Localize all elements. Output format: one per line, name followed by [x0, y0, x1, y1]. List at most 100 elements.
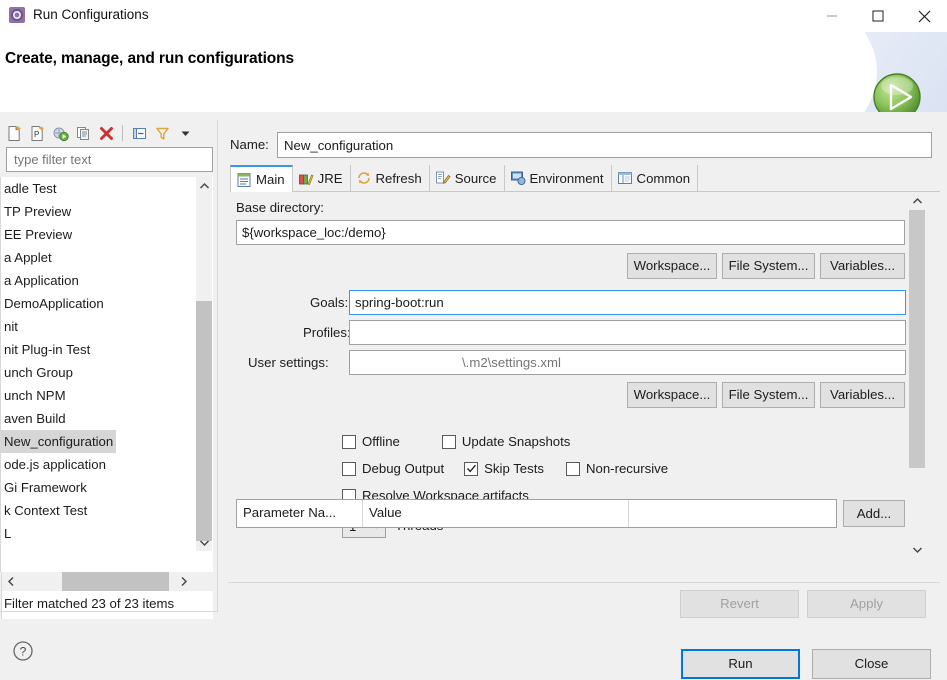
- base-dir-workspace-button[interactable]: Workspace...: [627, 253, 717, 279]
- editor-scroll-up-icon[interactable]: [909, 192, 925, 209]
- tab-environment[interactable]: Environment: [504, 165, 612, 191]
- tree-item-label: unch NPM: [4, 388, 66, 403]
- scroll-up-icon[interactable]: [196, 177, 212, 194]
- scroll-right-icon[interactable]: [174, 572, 193, 591]
- tree-toolbar: P: [0, 120, 219, 146]
- tab-label: Common: [636, 170, 691, 186]
- revert-apply-row: Revert Apply: [228, 590, 940, 620]
- filter-icon[interactable]: [151, 122, 173, 144]
- tree-item[interactable]: nit: [1, 315, 197, 338]
- settings-variables-button[interactable]: Variables...: [820, 382, 905, 408]
- configuration-name-input[interactable]: [277, 132, 932, 158]
- dialog-footer: Run Close: [0, 632, 947, 680]
- checkbox-offline[interactable]: Offline: [342, 434, 400, 449]
- tree-scroll-thumb[interactable]: [196, 301, 212, 541]
- configurations-tree[interactable]: adle Test TP Preview EE Preview a Applet…: [0, 177, 213, 572]
- checkbox-skip-tests-box[interactable]: [464, 461, 479, 476]
- common-tab-icon: [617, 170, 633, 186]
- tree-item[interactable]: Gi Framework: [1, 476, 197, 499]
- checkbox-non-recursive[interactable]: Non-recursive: [565, 461, 669, 476]
- window-title: Run Configurations: [33, 7, 149, 22]
- collapse-all-icon[interactable]: [128, 122, 150, 144]
- delete-icon[interactable]: [95, 122, 117, 144]
- minimize-button[interactable]: [809, 0, 855, 32]
- base-dir-file-system-button[interactable]: File System...: [722, 253, 815, 279]
- user-settings-input[interactable]: [349, 350, 906, 375]
- tree-item[interactable]: adle Test: [1, 177, 197, 200]
- tree-item[interactable]: aven Build: [1, 407, 197, 430]
- base-dir-variables-button[interactable]: Variables...: [820, 253, 905, 279]
- tree-item[interactable]: EE Preview: [1, 223, 197, 246]
- view-menu-icon[interactable]: [174, 122, 196, 144]
- tree-item[interactable]: nit Plug-in Test: [1, 338, 197, 361]
- tree-item[interactable]: a Application: [1, 269, 197, 292]
- svg-text:P: P: [34, 130, 39, 139]
- checkbox-offline-box[interactable]: [342, 434, 356, 449]
- tree-item-label: adle Test: [4, 181, 57, 196]
- tree-horizontal-scrollbar[interactable]: [1, 572, 213, 591]
- tree-item[interactable]: unch Group: [1, 361, 197, 384]
- tree-item-new-configuration[interactable]: New_configuration: [1, 430, 197, 453]
- settings-workspace-button[interactable]: Workspace...: [627, 382, 717, 408]
- profiles-input[interactable]: [349, 320, 906, 345]
- checkbox-debug-output[interactable]: Debug Output: [342, 461, 444, 476]
- revert-button[interactable]: Revert: [680, 590, 799, 618]
- tree-item[interactable]: L: [1, 522, 197, 545]
- run-configurations-icon: [8, 6, 26, 24]
- filter-status-label: Filter matched 23 of 23 items: [1, 591, 213, 619]
- checkbox-update-snapshots-box[interactable]: [441, 434, 456, 449]
- tree-item-label: EE Preview: [4, 227, 73, 242]
- banner-title: Create, manage, and run configurations: [5, 50, 295, 67]
- editor-vertical-scrollbar[interactable]: [909, 192, 925, 558]
- close-dialog-button[interactable]: Close: [812, 649, 931, 679]
- tree-item-label: L: [4, 526, 12, 541]
- tree-item[interactable]: ode.js application: [1, 453, 197, 476]
- tab-refresh[interactable]: Refresh: [350, 165, 430, 191]
- tab-source[interactable]: Source: [429, 165, 505, 191]
- editor-scroll-thumb[interactable]: [909, 210, 925, 468]
- maximize-button[interactable]: [855, 0, 901, 32]
- tab-main[interactable]: Main: [230, 165, 293, 192]
- tree-item[interactable]: DemoApplication: [1, 292, 197, 315]
- checkbox-non-recursive-box[interactable]: [565, 461, 580, 476]
- duplicate-icon[interactable]: [72, 122, 94, 144]
- close-button[interactable]: [901, 0, 947, 32]
- tree-item[interactable]: a Applet: [1, 246, 197, 269]
- scroll-down-icon[interactable]: [196, 534, 212, 551]
- tab-common[interactable]: Common: [611, 165, 699, 191]
- editor-scroll-down-icon[interactable]: [909, 541, 925, 558]
- scroll-left-icon[interactable]: [2, 572, 21, 591]
- goals-input[interactable]: [349, 290, 906, 315]
- run-button[interactable]: Run: [681, 649, 800, 679]
- tab-jre[interactable]: JRE: [292, 165, 351, 191]
- checkbox-skip-tests[interactable]: Skip Tests: [464, 461, 544, 476]
- checkbox-non-recursive-label: Non-recursive: [585, 461, 669, 476]
- tree-item[interactable]: unch NPM: [1, 384, 197, 407]
- environment-tab-icon: [510, 170, 526, 186]
- checkbox-debug-output-box[interactable]: [342, 461, 356, 476]
- filter-input[interactable]: [6, 147, 213, 172]
- base-directory-input[interactable]: [236, 220, 905, 245]
- new-prototype-icon[interactable]: P: [26, 122, 48, 144]
- parameters-table[interactable]: Parameter Na... Value: [236, 499, 837, 528]
- checkbox-update-snapshots[interactable]: Update Snapshots: [441, 434, 570, 449]
- tree-item[interactable]: k Context Test: [1, 499, 197, 522]
- tree-vertical-scrollbar[interactable]: [196, 177, 212, 551]
- tab-strip: Main JRE Refresh Source Environment Comm…: [230, 165, 940, 192]
- tree-item-label: TP Preview: [4, 204, 72, 219]
- tab-label: Environment: [529, 170, 604, 186]
- window-controls: [809, 0, 947, 32]
- tree-item-list: adle Test TP Preview EE Preview a Applet…: [1, 177, 197, 545]
- new-launch-group-icon[interactable]: [49, 122, 71, 144]
- tree-hscroll-thumb[interactable]: [62, 572, 169, 591]
- settings-file-system-button[interactable]: File System...: [722, 382, 815, 408]
- new-configuration-icon[interactable]: [3, 122, 25, 144]
- checkbox-row-2: Debug Output Skip Tests Non-recursive: [342, 461, 668, 476]
- apply-button[interactable]: Apply: [807, 590, 926, 618]
- add-parameter-button[interactable]: Add...: [843, 500, 905, 527]
- window-titlebar: Run Configurations: [0, 0, 947, 32]
- parameters-table-header-value: Value: [363, 500, 629, 527]
- parameters-table-header-name: Parameter Na...: [237, 500, 363, 527]
- tree-item[interactable]: TP Preview: [1, 200, 197, 223]
- tree-item-label: ode.js application: [4, 457, 106, 472]
